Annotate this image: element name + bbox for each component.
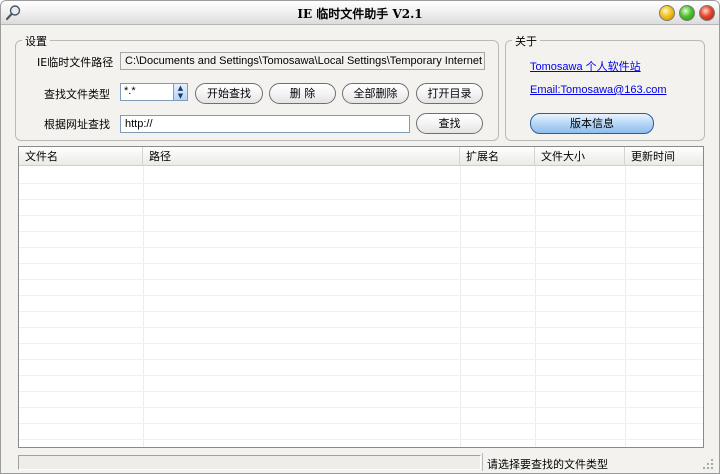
row-gridline bbox=[19, 359, 703, 360]
row-gridline bbox=[19, 439, 703, 440]
app-window: IE 临时文件助手 V2.1 设置 IE临时文件路径 C:\Documents … bbox=[0, 0, 720, 474]
row-gridline bbox=[19, 247, 703, 248]
url-label: 根据网址查找 bbox=[44, 118, 110, 131]
list-header: 文件名 路径 扩展名 文件大小 更新时间 bbox=[19, 147, 703, 166]
row-gridline bbox=[19, 375, 703, 376]
row-gridline bbox=[19, 263, 703, 264]
path-field[interactable]: C:\Documents and Settings\Tomosawa\Local… bbox=[120, 52, 485, 70]
row-gridline bbox=[19, 343, 703, 344]
row-gridline bbox=[19, 423, 703, 424]
row-gridline bbox=[19, 407, 703, 408]
row-gridline bbox=[19, 279, 703, 280]
row-gridline bbox=[19, 199, 703, 200]
email-link[interactable]: Email:Tomosawa@163.com bbox=[530, 84, 667, 96]
column-divider bbox=[143, 166, 144, 447]
file-list[interactable]: 文件名 路径 扩展名 文件大小 更新时间 bbox=[18, 146, 704, 448]
title-bar[interactable]: IE 临时文件助手 V2.1 bbox=[1, 1, 719, 25]
row-gridline bbox=[19, 183, 703, 184]
site-link-name: Tomosawa bbox=[530, 61, 583, 73]
column-header-size[interactable]: 文件大小 bbox=[535, 147, 625, 166]
type-label: 查找文件类型 bbox=[44, 88, 110, 101]
delete-all-button[interactable]: 全部删除 bbox=[342, 83, 409, 104]
about-legend: 关于 bbox=[512, 33, 540, 49]
maximize-icon[interactable] bbox=[679, 5, 695, 21]
spin-arrows-icon[interactable]: ▲ ▼ bbox=[173, 84, 187, 100]
path-label: IE临时文件路径 bbox=[37, 56, 114, 69]
minimize-icon[interactable] bbox=[659, 5, 675, 21]
row-gridline bbox=[19, 231, 703, 232]
delete-button[interactable]: 删 除 bbox=[269, 83, 336, 104]
status-progress-bar bbox=[18, 455, 481, 470]
window-title: IE 临时文件助手 V2.1 bbox=[297, 7, 423, 21]
settings-legend: 设置 bbox=[22, 33, 50, 49]
status-divider bbox=[482, 453, 483, 471]
row-gridline bbox=[19, 327, 703, 328]
personal-site-link[interactable]: Tomosawa 个人软件站 bbox=[530, 58, 641, 74]
site-link-suffix: 个人软件站 bbox=[585, 60, 641, 73]
file-type-combo[interactable]: *.* ▲ ▼ bbox=[120, 83, 188, 101]
column-header-modified[interactable]: 更新时间 bbox=[625, 147, 703, 166]
find-button[interactable]: 查找 bbox=[416, 113, 483, 134]
row-gridline bbox=[19, 295, 703, 296]
row-gridline bbox=[19, 215, 703, 216]
file-type-value: *.* bbox=[124, 85, 136, 97]
status-text: 请选择要查找的文件类型 bbox=[487, 458, 608, 471]
column-header-extension[interactable]: 扩展名 bbox=[460, 147, 535, 166]
column-header-filename[interactable]: 文件名 bbox=[19, 147, 143, 166]
version-info-button[interactable]: 版本信息 bbox=[530, 113, 654, 134]
resize-grip-icon[interactable] bbox=[701, 457, 715, 471]
column-header-path[interactable]: 路径 bbox=[143, 147, 460, 166]
close-icon[interactable] bbox=[699, 5, 715, 21]
row-gridline bbox=[19, 311, 703, 312]
row-gridline bbox=[19, 391, 703, 392]
column-divider bbox=[460, 166, 461, 447]
url-input[interactable]: http:// bbox=[120, 115, 410, 133]
start-search-button[interactable]: 开始查找 bbox=[195, 83, 263, 104]
column-divider bbox=[535, 166, 536, 447]
open-directory-button[interactable]: 打开目录 bbox=[416, 83, 483, 104]
column-divider bbox=[625, 166, 626, 447]
